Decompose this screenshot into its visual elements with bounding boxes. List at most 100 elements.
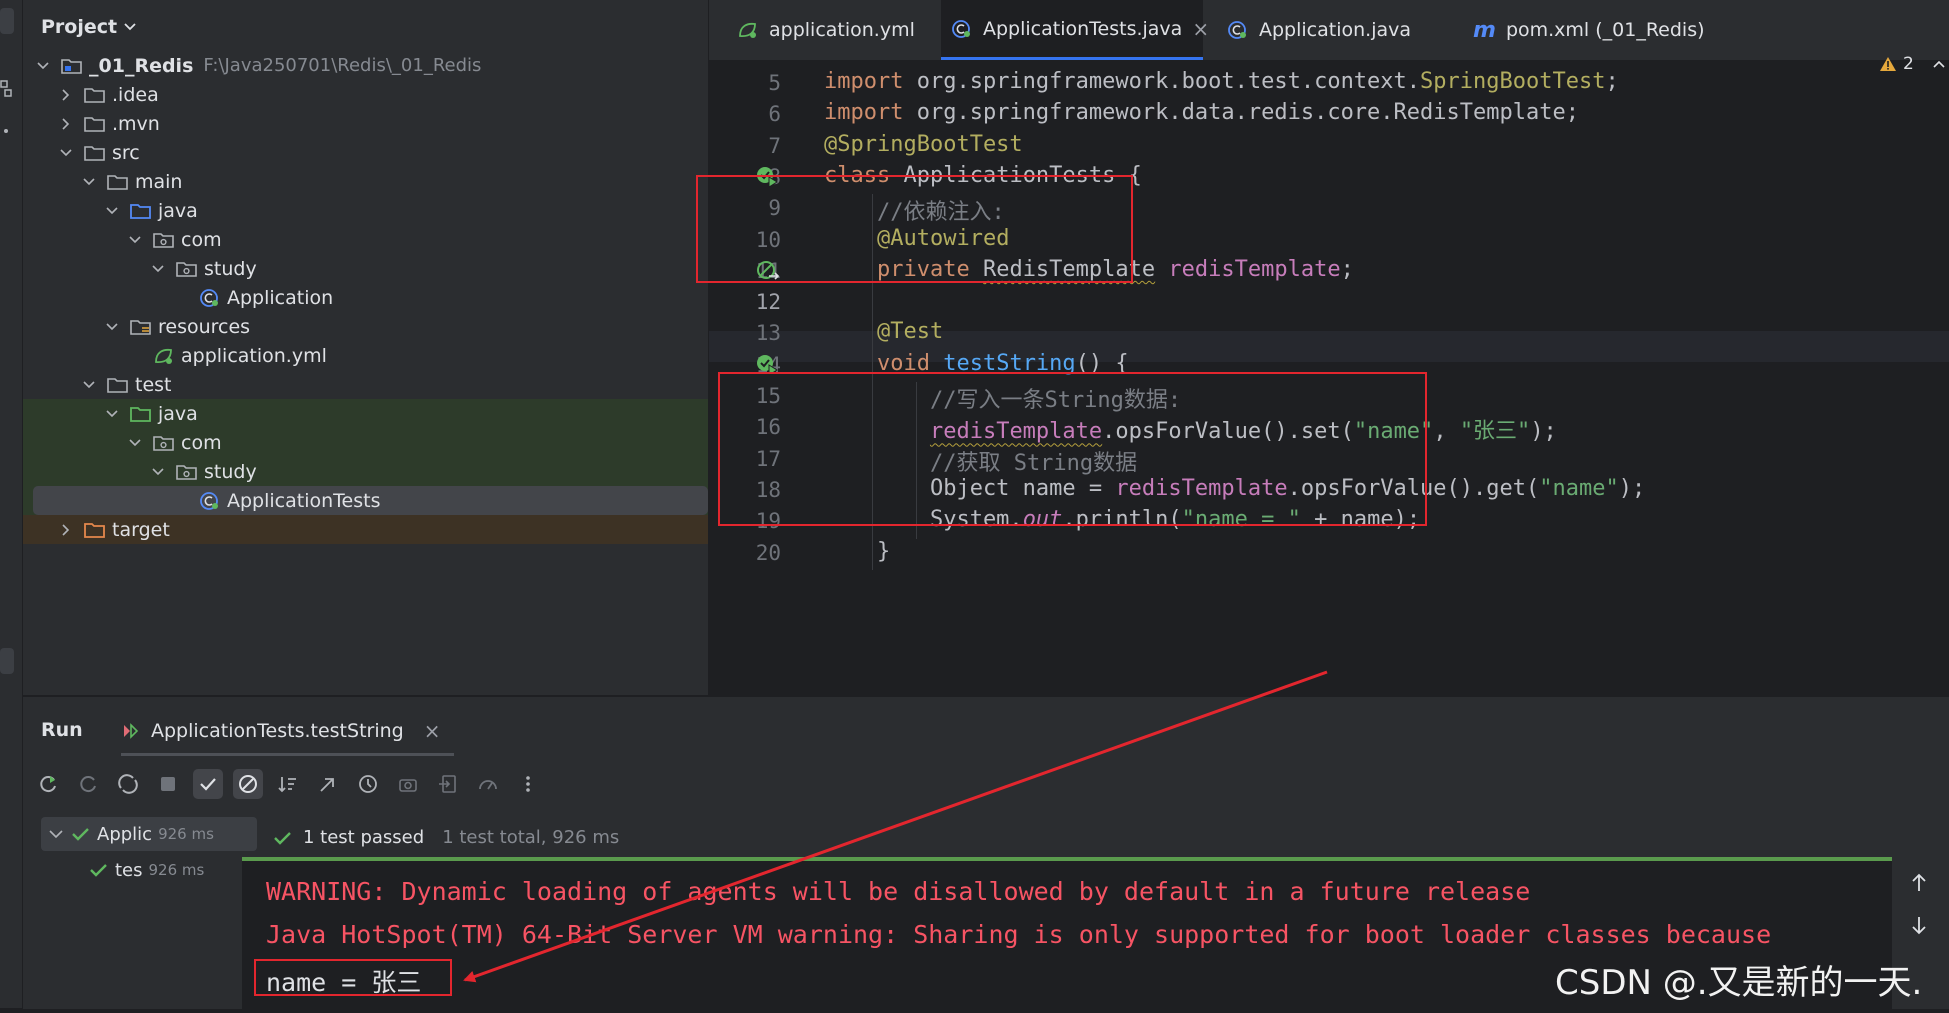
chevron-right-icon[interactable] <box>58 522 74 538</box>
chevron-down-icon[interactable] <box>104 203 120 219</box>
close-icon[interactable]: × <box>424 719 441 743</box>
project-tree-label: .idea <box>112 83 159 106</box>
chevron-right-icon[interactable] <box>58 87 74 103</box>
show-passed-icon[interactable] <box>193 769 223 799</box>
code-token: org.springframework.boot.test.context. <box>916 69 1421 94</box>
test-tree-child[interactable]: tes 926 ms <box>89 853 204 887</box>
project-tree-item[interactable]: test <box>23 370 708 399</box>
code-line: } <box>824 539 890 564</box>
code-line: @Test <box>824 319 943 344</box>
chevron-down-icon[interactable] <box>81 377 97 393</box>
project-tree-label: Application <box>227 286 334 309</box>
chevron-down-icon[interactable] <box>150 261 166 277</box>
console-line: Java HotSpot(TM) 64-Bit Server VM warnin… <box>266 920 1772 949</box>
rerun-failed-icon[interactable] <box>73 769 103 799</box>
maven-icon: m <box>1473 17 1496 43</box>
coverage-icon[interactable] <box>473 769 503 799</box>
package-icon <box>153 230 175 250</box>
project-tree-label: resources <box>158 315 251 338</box>
services-tool-icon[interactable] <box>0 742 14 768</box>
editor-tab[interactable]: Application.java <box>1217 0 1447 60</box>
project-tree-item[interactable]: src <box>23 138 708 167</box>
chevron-down-icon[interactable] <box>127 435 143 451</box>
run-tab-testString[interactable]: ApplicationTests.testString × <box>121 709 455 756</box>
code-editor[interactable]: 5 import org.springframework.boot.test.co… <box>696 54 1949 695</box>
project-tool-button[interactable] <box>0 8 14 34</box>
close-icon[interactable]: × <box>1192 17 1209 41</box>
project-tree-item[interactable]: resources <box>23 312 708 341</box>
project-tree-item[interactable]: study <box>23 254 708 283</box>
project-panel-header[interactable]: Project <box>41 16 137 38</box>
arrow-up-icon[interactable] <box>1907 871 1931 895</box>
project-tree-item[interactable]: ApplicationTests <box>23 486 708 515</box>
chevron-down-icon <box>49 830 63 839</box>
show-ignored-icon[interactable] <box>233 769 263 799</box>
code-token: ); <box>1618 475 1646 501</box>
stop-icon[interactable] <box>153 769 183 799</box>
code-token: ; <box>1605 69 1619 94</box>
chevron-up-icon[interactable] <box>1932 59 1946 69</box>
project-tree-item[interactable]: study <box>23 457 708 486</box>
project-path: F:\Java250701\Redis\_01_Redis <box>203 55 482 76</box>
debug-tool-icon[interactable] <box>0 690 14 716</box>
folder-icon <box>84 85 106 105</box>
project-tree-item[interactable]: Application <box>23 283 708 312</box>
test-results-tree: Applic 926 ms tes 926 ms <box>41 817 263 1009</box>
project-tree-item[interactable]: java <box>23 399 708 428</box>
project-tree-item[interactable]: main <box>23 167 708 196</box>
project-tree-item[interactable]: application.yml <box>23 341 708 370</box>
editor-tab-label: ApplicationTests.java <box>983 17 1183 40</box>
history-icon[interactable] <box>353 769 383 799</box>
editor-tab[interactable]: m pom.xml (_01_Redis) <box>1463 0 1723 60</box>
run-tool-button[interactable] <box>0 648 14 674</box>
chevron-down-icon[interactable] <box>104 406 120 422</box>
run-tab-label: ApplicationTests.testString <box>151 720 404 742</box>
more-options-icon[interactable] <box>513 769 543 799</box>
annotation-box-output <box>254 959 452 996</box>
test-tree-child-time: 926 ms <box>148 861 205 879</box>
project-tree-item[interactable]: .mvn <box>23 109 708 138</box>
chevron-right-icon[interactable] <box>58 116 74 132</box>
folder-icon <box>84 143 106 163</box>
code-token: import <box>824 100 917 126</box>
line-number: 12 <box>755 290 781 315</box>
code-token: "张三" <box>1459 419 1531 445</box>
project-tree-label: com <box>181 431 222 454</box>
project-tree-item[interactable]: java <box>23 196 708 225</box>
chevron-down-icon[interactable] <box>81 174 97 190</box>
project-tree-item[interactable]: _01_Redis F:\Java250701\Redis\_01_Redis <box>23 51 708 80</box>
test-tree-root[interactable]: Applic 926 ms <box>41 817 257 851</box>
editor-tab-bar: application.yml ApplicationTests.java × App… <box>709 0 1949 61</box>
chevron-down-icon[interactable] <box>58 145 74 161</box>
arrow-down-icon[interactable] <box>1907 913 1931 937</box>
more-tools-icon[interactable] <box>0 118 14 144</box>
editor-tab-label: pom.xml (_01_Redis) <box>1505 19 1705 41</box>
inspection-widget[interactable]: 2 <box>1879 54 1946 74</box>
project-tree-label: main <box>135 170 183 193</box>
chevron-down-icon[interactable] <box>35 58 51 74</box>
project-tree-label: java <box>158 199 198 222</box>
project-tree-item[interactable]: com <box>23 225 708 254</box>
sort-icon[interactable] <box>273 769 303 799</box>
module-folder-icon <box>61 56 83 76</box>
camera-icon[interactable] <box>393 769 423 799</box>
editor-tab[interactable]: ApplicationTests.java × <box>941 0 1209 60</box>
chevron-down-icon[interactable] <box>104 319 120 335</box>
chevron-down-icon[interactable] <box>150 464 166 480</box>
chevron-down-icon <box>124 23 136 31</box>
import-tests-icon[interactable] <box>433 769 463 799</box>
structure-tool-icon[interactable] <box>0 75 14 101</box>
code-token: } <box>824 538 891 564</box>
project-title: Project <box>41 16 118 38</box>
source-folder-icon <box>130 201 152 221</box>
editor-tab[interactable]: application.yml <box>727 0 927 60</box>
toggle-auto-test-icon[interactable] <box>113 769 143 799</box>
chevron-down-icon[interactable] <box>127 232 143 248</box>
line-number: 6 <box>768 102 781 127</box>
collapse-all-icon[interactable] <box>313 769 343 799</box>
project-tree-item[interactable]: com <box>23 428 708 457</box>
line-number: 7 <box>768 133 781 158</box>
rerun-icon[interactable] <box>33 769 63 799</box>
project-tree-item[interactable]: target <box>23 515 708 544</box>
project-tree-item[interactable]: .idea <box>23 80 708 109</box>
